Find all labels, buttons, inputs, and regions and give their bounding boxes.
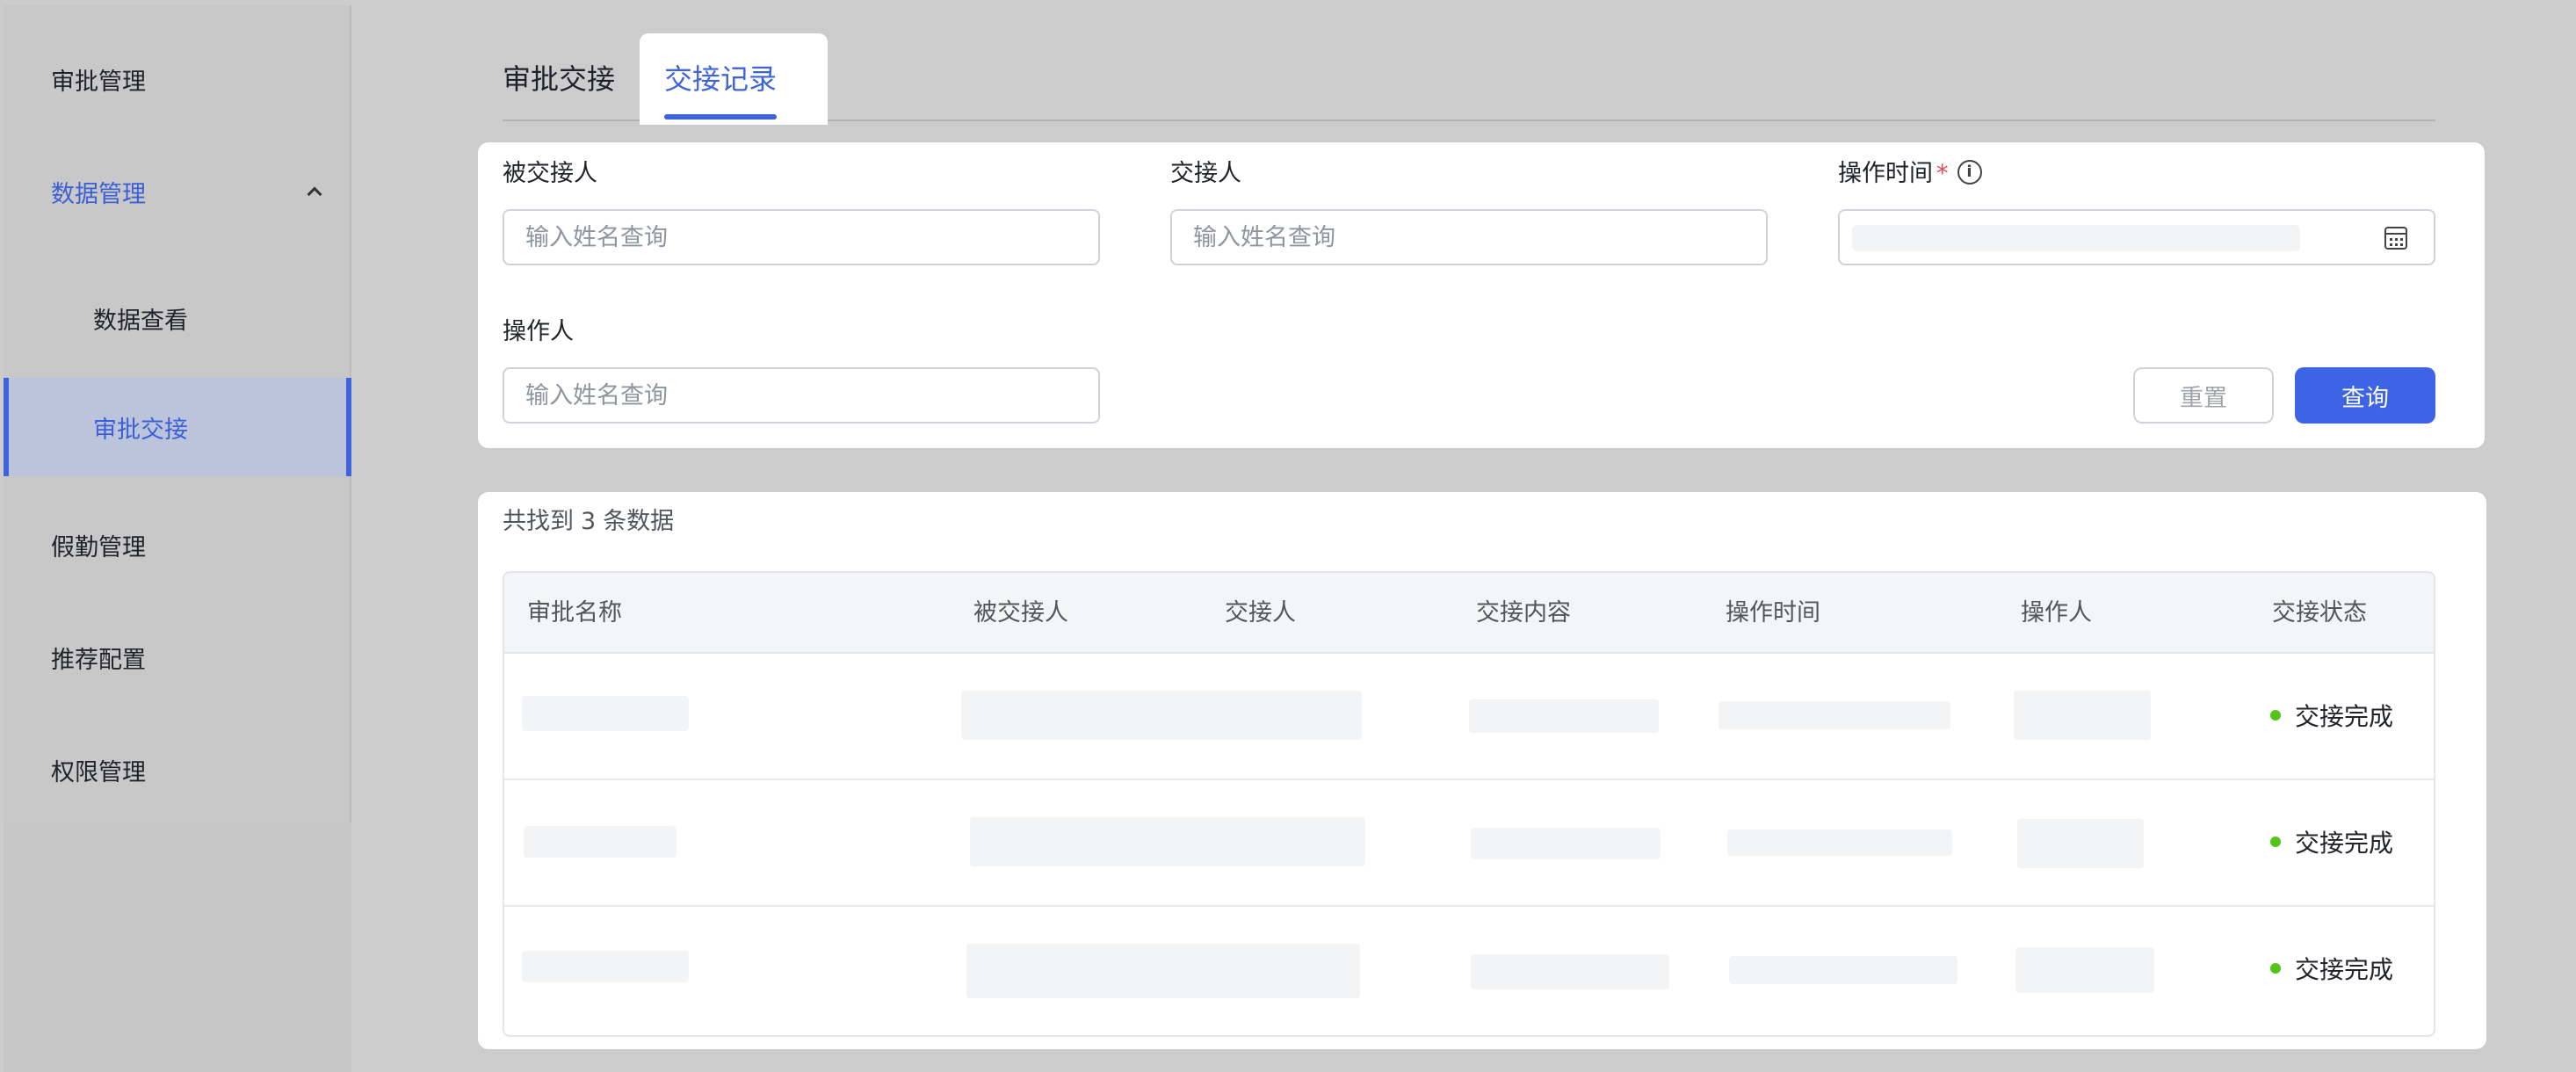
results-panel: 共找到 3 条数据 审批名称 被交接人 交接人 交接内容 操作时间 操作人 交接状态… <box>478 492 2486 1049</box>
column-header-handover-to: 交接人 <box>1225 599 1296 627</box>
table-header: 审批名称 被交接人 交接人 交接内容 操作时间 操作人 交接状态 <box>504 573 2434 654</box>
status-dot-icon <box>2270 837 2281 847</box>
redacted-cell <box>961 691 1362 740</box>
column-header-status: 交接状态 <box>2272 599 2367 627</box>
sidebar-item-label: 审批管理 <box>51 68 146 96</box>
handover-from-input[interactable] <box>503 209 1100 265</box>
sidebar-item-permission-management[interactable]: 权限管理 <box>4 735 351 805</box>
sidebar-item-approval-management[interactable]: 审批管理 <box>4 44 351 114</box>
handover-records-table: 审批名称 被交接人 交接人 交接内容 操作时间 操作人 交接状态 交接完成 交接… <box>503 571 2435 1037</box>
sidebar-item-label: 假勤管理 <box>51 533 146 561</box>
sidebar-item-data-view[interactable]: 数据查看 <box>4 283 351 353</box>
redacted-cell <box>1469 699 1659 733</box>
handover-to-label: 交接人 <box>1170 160 1241 187</box>
redacted-cell <box>1729 956 1957 984</box>
sidebar-item-approval-handover[interactable]: 审批交接 <box>4 378 351 476</box>
query-button[interactable]: 查询 <box>2295 367 2435 424</box>
redacted-cell <box>1727 829 1952 856</box>
redacted-cell <box>1471 954 1669 989</box>
sidebar-item-data-management[interactable]: 数据管理 <box>4 156 351 227</box>
result-count-number: 3 <box>581 508 597 535</box>
column-header-operation-time: 操作时间 <box>1726 599 1820 627</box>
sidebar-item-label: 数据查看 <box>93 307 188 335</box>
operation-time-label-text: 操作时间 <box>1838 160 1933 187</box>
status-dot-icon <box>2270 963 2281 974</box>
calendar-icon[interactable] <box>2384 227 2407 250</box>
filter-panel: 被交接人 交接人 操作时间* i 操作人 重置 查询 <box>478 142 2485 448</box>
status-text: 交接完成 <box>2295 955 2394 984</box>
handover-to-input[interactable] <box>1170 209 1768 265</box>
status-badge: 交接完成 <box>2270 780 2393 907</box>
result-count: 共找到 3 条数据 <box>503 503 674 541</box>
operation-time-range-picker[interactable] <box>1838 209 2435 265</box>
sidebar-item-label: 推荐配置 <box>51 646 146 674</box>
table-row[interactable]: 交接完成 <box>504 780 2434 907</box>
redacted-cell <box>970 817 1365 866</box>
redacted-cell <box>2014 691 2151 740</box>
sidebar-item-recommend-config[interactable]: 推荐配置 <box>4 622 351 692</box>
info-icon[interactable]: i <box>1957 159 1982 185</box>
sidebar-item-label: 审批交接 <box>93 416 188 444</box>
redacted-cell <box>2015 947 2154 993</box>
status-text: 交接完成 <box>2295 702 2394 731</box>
reset-button[interactable]: 重置 <box>2133 367 2274 424</box>
chevron-up-icon[interactable] <box>307 186 322 202</box>
redacted-cell <box>524 826 677 858</box>
column-header-operator: 操作人 <box>2021 599 2092 627</box>
sidebar-item-label: 权限管理 <box>51 758 146 786</box>
redacted-cell <box>966 944 1360 998</box>
operator-label: 操作人 <box>503 318 574 345</box>
table-row[interactable]: 交接完成 <box>504 654 2434 780</box>
sidebar-item-label: 数据管理 <box>51 180 146 208</box>
redacted-cell <box>1719 701 1950 729</box>
table-row[interactable]: 交接完成 <box>504 907 2434 1033</box>
column-header-handover-from: 被交接人 <box>973 599 1068 627</box>
column-header-approval-name: 审批名称 <box>527 599 622 627</box>
sidebar-footer <box>4 822 351 1072</box>
status-dot-icon <box>2270 710 2281 721</box>
redacted-cell <box>522 951 689 982</box>
handover-from-label: 被交接人 <box>503 160 597 187</box>
date-range-value-redacted <box>1852 225 2300 251</box>
sidebar-item-leave-attendance[interactable]: 假勤管理 <box>4 510 351 580</box>
column-header-content: 交接内容 <box>1476 599 1571 627</box>
result-count-suffix: 条数据 <box>603 508 675 535</box>
status-badge: 交接完成 <box>2270 907 2393 1033</box>
redacted-cell <box>1471 828 1661 859</box>
tab-approval-handover[interactable]: 审批交接 <box>503 60 615 98</box>
status-badge: 交接完成 <box>2270 654 2393 780</box>
status-text: 交接完成 <box>2295 829 2394 858</box>
tab-active-indicator <box>664 114 777 120</box>
redacted-cell <box>522 696 689 731</box>
required-mark: * <box>1936 160 1949 187</box>
result-count-prefix: 共找到 <box>503 508 574 535</box>
operator-input[interactable] <box>503 367 1100 424</box>
tab-handover-records[interactable]: 交接记录 <box>664 60 777 98</box>
redacted-cell <box>2017 819 2144 868</box>
sidebar: 审批管理 数据管理 数据查看 审批交接 假勤管理 推荐配置 权限管理 <box>4 5 351 822</box>
operation-time-label: 操作时间 * i <box>1838 156 1982 192</box>
